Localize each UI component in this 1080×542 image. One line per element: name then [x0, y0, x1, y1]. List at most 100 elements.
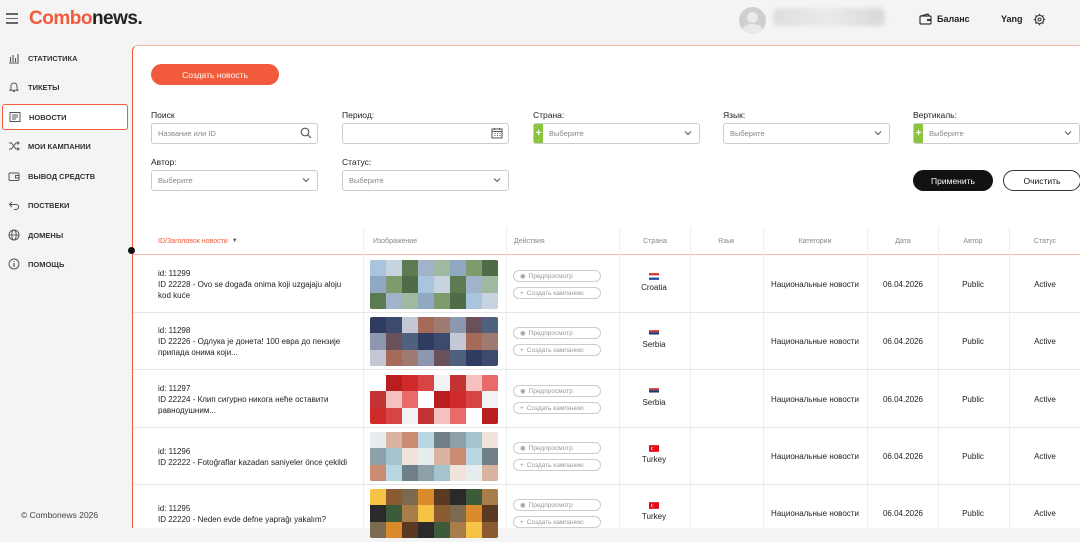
preview-button[interactable]: ◉ Предпросмотр	[513, 385, 601, 397]
image-pixel	[482, 333, 498, 350]
sidebar-item-statistics[interactable]: Статистика	[2, 45, 128, 71]
username[interactable]: Yang	[1001, 14, 1023, 24]
row-title[interactable]: ID 22222 - Fotoğraflar kazadan saniyeler…	[158, 457, 358, 468]
clear-button[interactable]: Очистить	[1003, 170, 1080, 191]
row-category: Национальные новости	[771, 395, 859, 404]
chevron-down-icon	[1064, 131, 1072, 136]
avatar[interactable]	[739, 7, 766, 34]
row-author: Public	[962, 452, 984, 461]
column-header-language: Язык	[717, 237, 735, 245]
row-country: Croatia	[641, 283, 667, 292]
sidebar-item-domains[interactable]: Домены	[2, 222, 128, 248]
language-select[interactable]: Выберите	[723, 123, 890, 144]
create-campaign-button[interactable]: + Создать кампанию	[513, 459, 601, 471]
preview-button[interactable]: ◉ Предпросмотр	[513, 270, 601, 282]
image-pixel	[370, 489, 386, 506]
row-author: Public	[962, 337, 984, 346]
image-pixel	[450, 276, 466, 293]
row-category: Национальные новости	[771, 509, 859, 518]
chevron-down-icon	[493, 178, 501, 183]
table-row[interactable]: id: 11297 ID 22224 - Клип сигурно никога …	[133, 371, 1080, 428]
logo[interactable]: Combonews.	[29, 8, 143, 30]
image-pixel	[450, 505, 466, 522]
image-pixel	[466, 375, 482, 392]
search-icon[interactable]	[300, 127, 312, 139]
apply-button[interactable]: Применить	[913, 170, 993, 191]
image-pixel	[482, 276, 498, 293]
image-pixel	[482, 375, 498, 392]
image-pixel	[466, 432, 482, 449]
eye-icon: ◉	[520, 388, 526, 395]
create-news-button[interactable]: Создать новость	[151, 64, 279, 85]
row-country: Serbia	[642, 398, 666, 407]
image-pixel	[434, 276, 450, 293]
balance-button[interactable]: Баланс	[919, 13, 970, 25]
image-pixel	[402, 505, 418, 522]
row-country: Serbia	[642, 340, 666, 349]
row-title[interactable]: ID 22220 - Neden evde defne yaprağı yaka…	[158, 514, 358, 525]
news-image	[370, 432, 498, 481]
country-select[interactable]: + Выберите	[533, 123, 700, 144]
preview-button[interactable]: ◉ Предпросмотр	[513, 442, 601, 454]
period-label: Период:	[342, 110, 375, 120]
sidebar-collapse-handle[interactable]	[128, 247, 135, 254]
row-id: id: 11297	[158, 384, 191, 393]
serbia-flag-icon	[649, 330, 659, 337]
preview-button[interactable]: ◉ Предпросмотр	[513, 499, 601, 511]
create-campaign-button[interactable]: + Создать кампанию	[513, 287, 601, 299]
menu-icon[interactable]	[6, 13, 18, 24]
table-row[interactable]: id: 11296 ID 22222 - Fotoğraflar kazadan …	[133, 428, 1080, 485]
vertical-select[interactable]: + Выберите	[913, 123, 1080, 144]
row-title[interactable]: ID 22228 - Ovo se događa onima koji uzga…	[158, 279, 353, 301]
image-pixel	[450, 448, 466, 465]
sidebar-item-campaigns[interactable]: Мои кампании	[2, 133, 128, 159]
author-select[interactable]: Выберите	[151, 170, 318, 191]
image-pixel	[418, 432, 434, 449]
image-pixel	[450, 464, 466, 481]
top-bar: Combonews. Баланс Yang	[0, 0, 1080, 42]
gear-icon[interactable]	[1033, 13, 1046, 26]
preview-button[interactable]: ◉ Предпросмотр	[513, 327, 601, 339]
image-pixel	[370, 349, 386, 366]
period-field[interactable]	[342, 123, 509, 144]
row-title[interactable]: ID 22226 - Одлука је донета! 100 евра до…	[158, 336, 353, 358]
image-pixel	[386, 464, 402, 481]
table-row[interactable]: id: 11299 ID 22228 - Ovo se događa onima …	[133, 256, 1080, 313]
status-select[interactable]: Выберите	[342, 170, 509, 191]
sidebar-item-withdraw[interactable]: Вывод средств	[2, 163, 128, 189]
create-campaign-button[interactable]: + Создать кампанию	[513, 516, 601, 528]
row-date: 06.04.2026	[882, 509, 924, 518]
row-status: Active	[1034, 280, 1056, 289]
table-row[interactable]: id: 11295 ID 22220 - Neden evde defne yap…	[133, 485, 1080, 542]
chart-icon	[9, 54, 19, 64]
sidebar-item-help[interactable]: Помощь	[2, 251, 128, 277]
image-pixel	[418, 349, 434, 366]
image-pixel	[418, 317, 434, 334]
row-date: 06.04.2026	[882, 280, 924, 289]
info-icon	[8, 258, 20, 270]
image-pixel	[418, 276, 434, 293]
row-author: Public	[962, 509, 984, 518]
sidebar-item-tickets[interactable]: Тикеты	[2, 74, 128, 100]
row-title[interactable]: ID 22224 - Клип сигурно никога неће оста…	[158, 394, 353, 416]
calendar-icon[interactable]	[491, 127, 503, 139]
image-pixel	[466, 464, 482, 481]
image-pixel	[434, 432, 450, 449]
image-pixel	[386, 489, 402, 506]
sidebar-item-news[interactable]: Новости	[2, 104, 128, 130]
image-pixel	[402, 276, 418, 293]
plus-icon[interactable]: +	[914, 124, 923, 143]
row-author: Public	[962, 395, 984, 404]
image-pixel	[370, 432, 386, 449]
create-campaign-button[interactable]: + Создать кампанию	[513, 402, 601, 414]
column-header-id[interactable]: ID/Заголовок новости ▼	[158, 227, 238, 255]
sort-down-icon[interactable]: ▼	[232, 238, 238, 244]
create-campaign-button[interactable]: + Создать кампанию	[513, 344, 601, 356]
table-row[interactable]: id: 11298 ID 22226 - Одлука је донета! 10…	[133, 313, 1080, 370]
globe-icon	[8, 229, 20, 241]
sidebar-item-postbacks[interactable]: Поствеки	[2, 192, 128, 218]
search-input[interactable]: Название или ID	[151, 123, 318, 144]
image-pixel	[370, 375, 386, 392]
plus-icon[interactable]: +	[534, 124, 543, 143]
row-status: Active	[1034, 337, 1056, 346]
